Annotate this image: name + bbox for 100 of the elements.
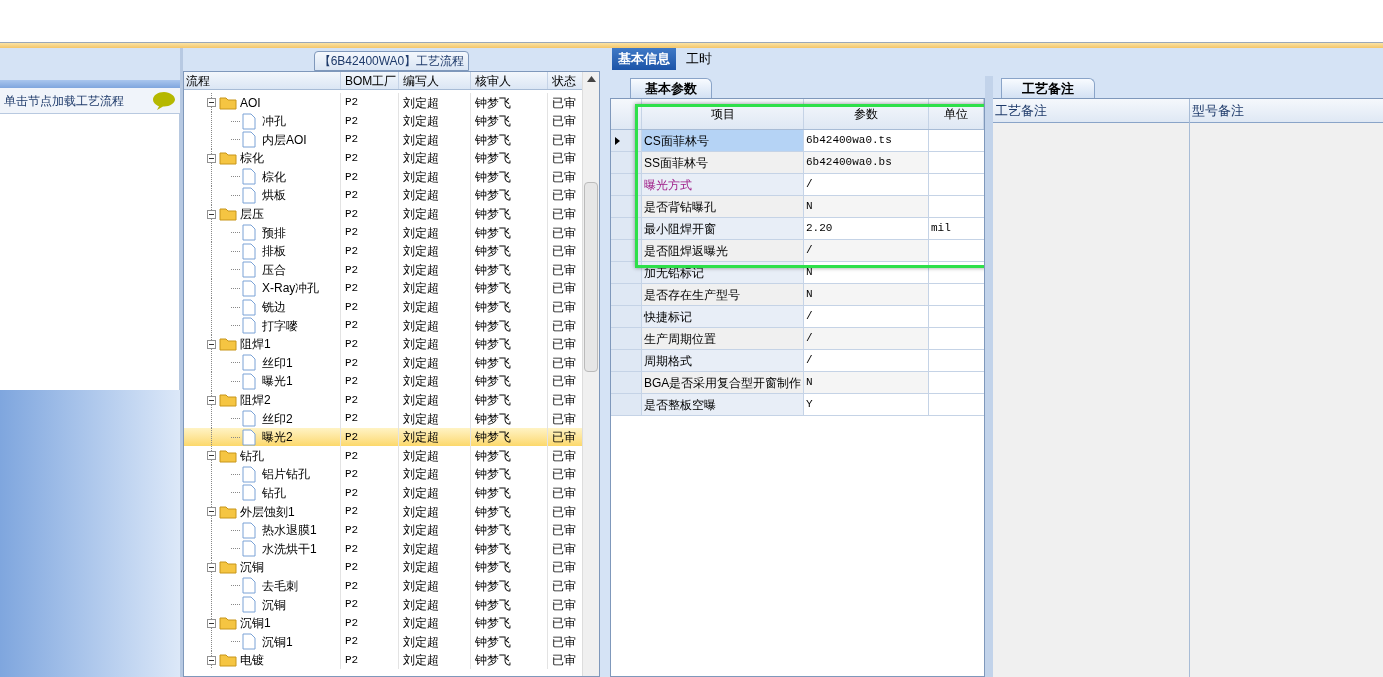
current-row-icon <box>615 136 620 145</box>
tree-node-label: 钻孔 <box>240 447 264 465</box>
table-cell-text: 已审 <box>551 317 577 335</box>
document-icon <box>242 298 256 316</box>
collapse-icon[interactable] <box>207 507 216 517</box>
table-cell: SS面菲林号 <box>642 152 804 173</box>
table-cell-text: 已审 <box>551 503 577 521</box>
column-header: 型号备注 <box>1190 99 1383 123</box>
table-cell-text: 已审 <box>551 187 577 205</box>
table-cell: 钟梦飞 <box>471 650 548 670</box>
collapse-icon[interactable] <box>207 655 216 665</box>
document-icon <box>242 484 256 502</box>
document-icon <box>242 112 256 130</box>
table-cell: / <box>804 306 929 327</box>
document-icon <box>242 465 256 483</box>
table-cell-text: 已审 <box>551 392 577 409</box>
table-cell-text: 已审 <box>551 559 577 577</box>
collapse-icon[interactable] <box>207 339 216 349</box>
table-cell: Y <box>804 394 929 415</box>
document-icon <box>242 521 256 539</box>
table-cell: 最小阻焊开窗 <box>642 218 804 239</box>
document-icon <box>242 168 256 186</box>
column-header[interactable]: 流程 <box>184 72 341 89</box>
table-cell-text: 已审 <box>551 336 577 354</box>
tree-node-label: 热水退膜1 <box>262 522 317 540</box>
table-cell: N <box>804 372 929 393</box>
column-header[interactable]: 项目 <box>642 99 804 129</box>
collapse-icon[interactable] <box>207 451 216 461</box>
tree-node-label: 曝光2 <box>262 429 293 447</box>
tree-node-label: 去毛刺 <box>262 577 298 595</box>
table-cell: N <box>804 284 929 305</box>
table-cell-text: 已审 <box>551 150 577 168</box>
collapse-icon[interactable] <box>207 395 216 405</box>
table-cell: N <box>804 262 929 283</box>
table-cell: 刘定超 <box>399 371 471 391</box>
column-header[interactable]: 参数 <box>804 99 929 129</box>
table-cell: 快捷标记 <box>642 306 804 327</box>
document-icon <box>242 596 256 614</box>
table-cell-text: 已审 <box>551 131 577 149</box>
table-cell-text: 已审 <box>551 429 577 447</box>
collapse-icon[interactable] <box>207 98 216 107</box>
table-cell-text: 已审 <box>551 466 577 484</box>
table-cell-text: 已审 <box>551 652 577 670</box>
tree-node-label: 排板 <box>262 243 286 261</box>
tree-node-label: 沉铜 <box>262 596 286 614</box>
tab[interactable]: 基本信息 <box>612 48 676 70</box>
splitter[interactable] <box>985 76 993 677</box>
tree-node-label: 棕化 <box>240 150 264 168</box>
tree-node-label: X-Ray冲孔 <box>262 280 320 298</box>
scrollbar[interactable] <box>582 72 599 676</box>
tree-node-label: 铣边 <box>262 299 286 317</box>
collapse-icon[interactable] <box>207 209 216 219</box>
tab[interactable]: 工时 <box>680 48 718 70</box>
document-icon <box>242 354 256 372</box>
table-cell: N <box>804 196 929 217</box>
document-icon <box>242 372 256 390</box>
document-icon <box>242 540 256 558</box>
tree-node-label: 沉铜1 <box>262 633 293 651</box>
collapse-icon[interactable] <box>207 153 216 163</box>
tree-node-label: 丝印1 <box>262 354 293 372</box>
table-cell: 刘定超 <box>399 278 471 298</box>
tree-node-label: 铝片钻孔 <box>262 466 310 484</box>
table-cell-text: 已审 <box>551 577 577 595</box>
column-header[interactable]: 单位 <box>929 99 984 129</box>
table-cell-text: 已审 <box>551 243 577 261</box>
table-cell: / <box>804 328 929 349</box>
collapse-icon[interactable] <box>207 562 216 572</box>
column-header[interactable]: 编写人 <box>399 72 471 89</box>
table-cell: / <box>804 240 929 261</box>
table-cell: 加无铅标记 <box>642 262 804 283</box>
document-icon <box>242 224 256 242</box>
table-cell: P2 <box>341 185 399 205</box>
scroll-up-icon[interactable] <box>586 76 596 82</box>
collapse-icon[interactable] <box>207 618 216 628</box>
table-cell-text: 已审 <box>551 484 577 502</box>
table-cell: 6b42400wa0.ts <box>804 130 929 151</box>
table-cell: P2 <box>341 371 399 391</box>
tree-node-label: AOI <box>240 94 261 112</box>
table-cell: 刘定超 <box>399 185 471 205</box>
tree-node-label: 阻焊2 <box>240 392 271 409</box>
column-header: 工艺备注 <box>993 99 1189 123</box>
tab[interactable]: 工艺备注 <box>1001 78 1095 98</box>
table-cell: 是否背钻曝孔 <box>642 196 804 217</box>
document-icon <box>242 242 256 260</box>
table-cell-text: 已审 <box>551 261 577 279</box>
table-cell-text: 已审 <box>551 633 577 651</box>
folder-icon <box>219 393 237 407</box>
column-header[interactable]: 核审人 <box>471 72 548 89</box>
tree-node-label: 电镀 <box>240 652 264 670</box>
table-cell: CS面菲林号 <box>642 130 804 151</box>
tab[interactable]: 基本参数 <box>630 78 712 98</box>
table-cell: 生产周期位置 <box>642 328 804 349</box>
table-cell-text: 已审 <box>551 522 577 540</box>
tree-node-label: 层压 <box>240 206 264 224</box>
document-icon <box>242 279 256 297</box>
table-cell-text: 已审 <box>551 113 577 131</box>
tree-node-label: 沉铜 <box>240 559 264 577</box>
column-header[interactable]: BOM工厂 <box>341 72 399 89</box>
table-cell: 是否阻焊返曝光 <box>642 240 804 261</box>
table-cell: P2 <box>341 650 399 670</box>
